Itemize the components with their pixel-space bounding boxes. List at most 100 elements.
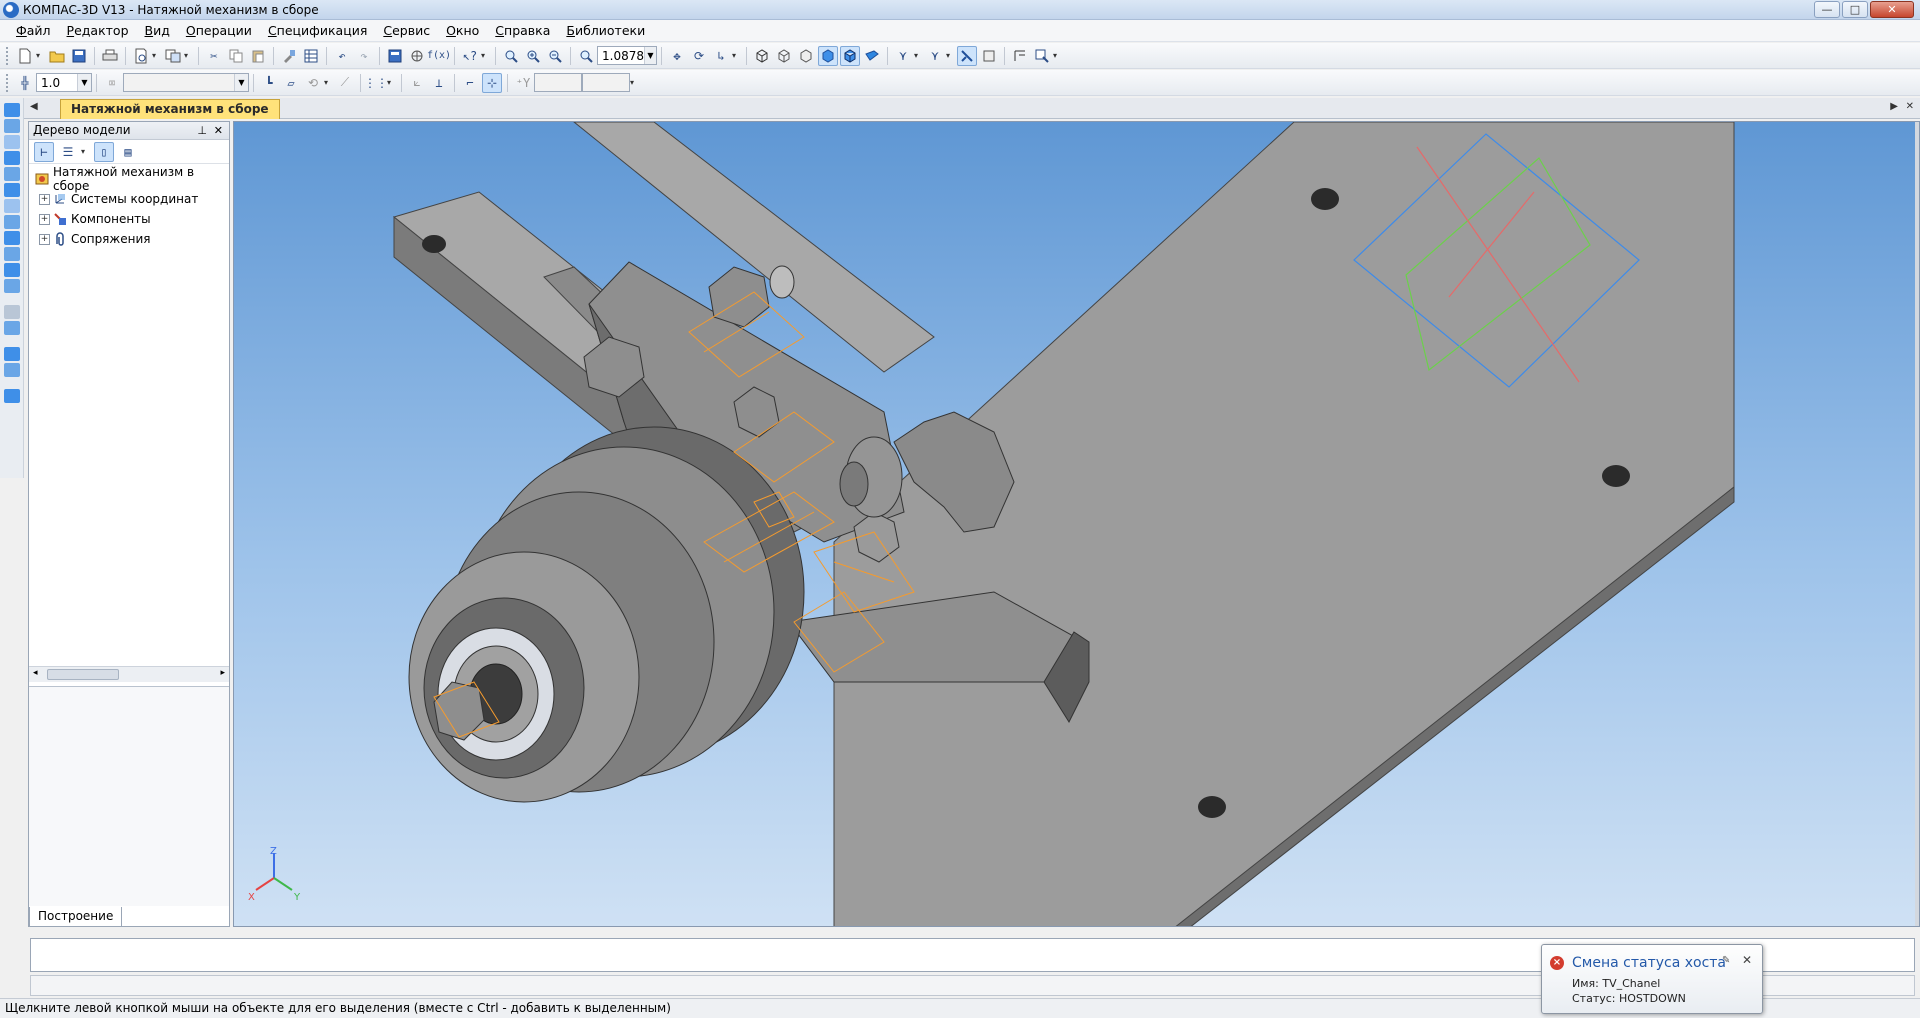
edit-part-icon[interactable]: [3, 103, 20, 117]
assembly-model[interactable]: [234, 122, 1920, 927]
sketch-icon[interactable]: ⟲: [303, 73, 323, 93]
snap-bindings-icon[interactable]: ⊹: [482, 72, 502, 93]
save-icon[interactable]: [69, 46, 89, 66]
coord-x-field[interactable]: [534, 73, 582, 92]
zoom-scale-icon[interactable]: [576, 46, 596, 66]
coordinates-icon[interactable]: ⁺Y: [513, 73, 533, 93]
chevron-down-icon[interactable]: ▼: [644, 47, 656, 64]
copy-icon[interactable]: [226, 46, 246, 66]
select-filter-dropdown-icon[interactable]: ▾: [946, 51, 954, 60]
toolbar1-overflow-icon[interactable]: ▾: [1053, 51, 1061, 60]
toolbar-grip[interactable]: [6, 46, 9, 65]
menu-file[interactable]: Файл: [8, 23, 59, 38]
filter-dropdown-icon[interactable]: ▾: [914, 51, 922, 60]
tree-view-icon[interactable]: ☰: [58, 142, 78, 162]
pin-icon[interactable]: ⊥: [197, 122, 207, 139]
format-brush-icon[interactable]: [279, 46, 299, 66]
help-pointer-icon[interactable]: ↖?: [460, 46, 480, 66]
measure-icon[interactable]: [1010, 46, 1030, 66]
toolbar-more-icon[interactable]: ▾: [481, 51, 489, 60]
shaded-edges-icon[interactable]: [840, 45, 860, 66]
select-filter-icon[interactable]: ⋎: [925, 46, 945, 66]
grid-icon[interactable]: ⋮⋮: [364, 73, 388, 93]
rotate-icon[interactable]: ⟳: [689, 46, 709, 66]
snap-icon[interactable]: ⊥: [429, 73, 449, 93]
tree-root-item[interactable]: Натяжной механизм в сборе: [29, 165, 229, 193]
step-field[interactable]: 1.0 ▼: [36, 73, 92, 92]
toolbar-grip[interactable]: [6, 73, 9, 92]
menu-operations[interactable]: Операции: [178, 23, 260, 38]
expand-icon[interactable]: +: [39, 233, 50, 245]
mates-icon[interactable]: [3, 199, 20, 213]
document-tab[interactable]: Натяжной механизм в сборе: [60, 99, 280, 119]
hidden-lines-icon[interactable]: [774, 46, 794, 66]
paste-icon[interactable]: [248, 46, 268, 66]
new-document-dropdown-icon[interactable]: ▾: [36, 51, 44, 60]
pipeline-icon[interactable]: [3, 321, 20, 335]
shaded-icon[interactable]: [818, 45, 838, 66]
menu-libraries[interactable]: Библиотеки: [558, 23, 653, 38]
close-button[interactable]: ✕: [1870, 1, 1914, 18]
print-icon[interactable]: [100, 46, 120, 66]
scroll-left-icon[interactable]: ◂: [33, 668, 38, 678]
filter-panel-icon[interactable]: [3, 231, 20, 245]
style-field[interactable]: ▼: [123, 73, 249, 92]
tab-scroll-right-icon[interactable]: ▶: [1890, 101, 1898, 112]
parametric-icon[interactable]: ⟋: [335, 73, 355, 93]
variables-fx-icon[interactable]: f(x): [427, 46, 451, 66]
local-cs-icon[interactable]: ┗: [259, 73, 279, 93]
document-manager-icon[interactable]: [163, 46, 183, 66]
document-manager-dropdown-icon[interactable]: ▾: [184, 51, 192, 60]
properties-table-icon[interactable]: [301, 46, 321, 66]
3d-viewport[interactable]: Z X Y: [233, 121, 1920, 927]
host-status-notification[interactable]: × Смена статуса хоста ✎ ✕ Имя: TV_Chanel…: [1541, 944, 1763, 1014]
surfaces-icon[interactable]: [3, 151, 20, 165]
wireframe-icon[interactable]: [752, 46, 772, 66]
plane-orientation-icon[interactable]: ▱: [281, 73, 301, 93]
library-manager-icon[interactable]: [407, 46, 427, 66]
orientation-icon[interactable]: ↳: [711, 46, 731, 66]
ortho-icon[interactable]: ⟀: [407, 73, 427, 93]
tab-construction[interactable]: Построение: [29, 907, 123, 927]
filter-icon[interactable]: ⋎: [893, 46, 913, 66]
toolbar2-overflow-icon[interactable]: ▾: [630, 78, 638, 87]
sketch-dropdown-icon[interactable]: ▾: [324, 78, 332, 87]
menu-specification[interactable]: Спецификация: [260, 23, 375, 38]
coord-y-field[interactable]: [582, 73, 630, 92]
scroll-right-icon[interactable]: ▸: [220, 668, 225, 678]
expand-icon[interactable]: +: [39, 193, 50, 205]
redo-icon[interactable]: ↷: [354, 46, 374, 66]
tree-structure-icon[interactable]: ⊢: [34, 141, 54, 162]
print-preview-icon[interactable]: [131, 46, 151, 66]
tree-item-mates[interactable]: + Сопряжения: [29, 229, 229, 249]
open-folder-icon[interactable]: [47, 46, 67, 66]
round-icon[interactable]: ⌐: [460, 73, 480, 93]
reports-icon[interactable]: [3, 279, 20, 293]
expand-icon[interactable]: +: [39, 213, 50, 225]
undo-icon[interactable]: ↶: [332, 46, 352, 66]
tree-list-icon[interactable]: ▤: [118, 142, 138, 162]
perspective-icon[interactable]: [862, 46, 882, 66]
pan-icon[interactable]: ✥: [667, 46, 687, 66]
macro-icon[interactable]: [3, 389, 20, 403]
sheet-metal-icon[interactable]: [3, 305, 20, 319]
roller-pulley[interactable]: [408, 426, 805, 803]
measurements-icon[interactable]: [3, 247, 20, 261]
new-document-icon[interactable]: [15, 46, 35, 66]
zoom-in-icon[interactable]: [523, 46, 543, 66]
menu-editor[interactable]: Редактор: [59, 23, 137, 38]
tree-horizontal-scrollbar[interactable]: ◂ ▸: [29, 666, 229, 682]
notification-close-icon[interactable]: ✕: [1742, 953, 1752, 967]
orientation-dropdown-icon[interactable]: ▾: [732, 51, 740, 60]
section-icon[interactable]: [979, 46, 999, 66]
library-icon[interactable]: [3, 347, 20, 361]
tree-view-dropdown-icon[interactable]: ▾: [81, 147, 89, 156]
tree-filter-icon[interactable]: ▯: [94, 141, 114, 162]
scrollbar-thumb[interactable]: [47, 669, 119, 680]
minimize-button[interactable]: —: [1814, 1, 1840, 18]
display-mode-icon[interactable]: [957, 45, 977, 66]
arrays-icon[interactable]: [3, 167, 20, 181]
zoom-window-icon[interactable]: [501, 46, 521, 66]
chevron-down-icon[interactable]: ▼: [234, 74, 248, 91]
thin-hidden-lines-icon[interactable]: [796, 46, 816, 66]
